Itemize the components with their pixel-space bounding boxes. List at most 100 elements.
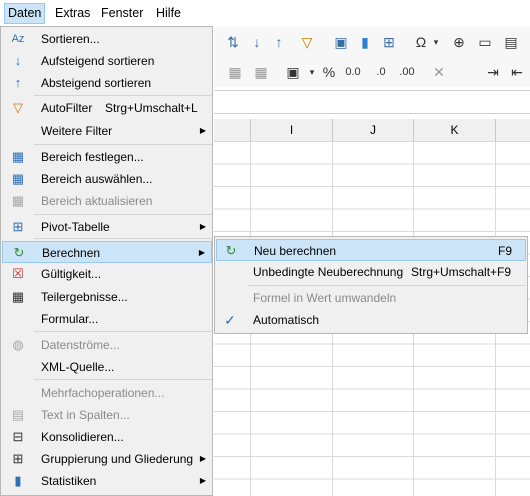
menu-item-bereich-aktualisieren: ▦ Bereich aktualisieren: [2, 190, 212, 212]
menu-item-sortieren[interactable]: Az Sortieren...: [2, 28, 212, 50]
chevron-right-icon: ▶: [199, 126, 206, 135]
insert-pivot-icon[interactable]: ⊞: [380, 33, 398, 51]
autofilter-icon[interactable]: ▽: [298, 33, 316, 51]
header-footer-icon[interactable]: ▤: [502, 33, 520, 51]
menu-bar: Daten Extras Fenster Hilfe: [0, 0, 530, 27]
menu-item-label: Formel in Wert umwandeln: [253, 291, 397, 305]
menu-item-gruppierung[interactable]: ⊞ Gruppierung und Gliederung ▶: [2, 448, 212, 470]
menu-item-formular[interactable]: Formular...: [2, 308, 212, 330]
menu-item-shortcut: Strg+Umschalt+L: [105, 101, 198, 115]
subtotals-icon: ▦: [11, 289, 25, 304]
menu-item-label: Unbedingte Neuberechnung: [253, 265, 404, 279]
checkmark-icon: ✓: [224, 312, 236, 328]
column-header-l[interactable]: [496, 119, 530, 142]
increase-indent-icon[interactable]: ⇥: [484, 63, 502, 81]
menu-hilfe[interactable]: Hilfe: [153, 4, 184, 23]
chevron-down-icon[interactable]: ▾: [427, 33, 445, 51]
menu-fenster[interactable]: Fenster: [98, 4, 146, 23]
menu-item-label: Pivot-Tabelle: [41, 220, 110, 234]
percent-format-icon[interactable]: %: [320, 63, 338, 81]
menu-item-label: Datenströme...: [41, 338, 120, 352]
remove-decimal-icon[interactable]: .00: [398, 63, 416, 81]
menu-item-label: Bereich aktualisieren: [41, 194, 153, 208]
menu-item-absteigend[interactable]: ↑ Absteigend sortieren: [2, 72, 212, 94]
select-range-icon: ▦: [11, 171, 25, 186]
chevron-right-icon: ▶: [199, 454, 206, 463]
menu-item-mehrfachoperationen: Mehrfachoperationen...: [2, 382, 212, 404]
menu-item-autofilter[interactable]: ▽ AutoFilter Strg+Umschalt+L: [2, 97, 212, 119]
formula-input[interactable]: [214, 90, 530, 114]
menu-item-label: Teilergebnisse...: [41, 290, 128, 304]
menu-item-berechnen[interactable]: ↻ Berechnen ▶: [2, 241, 212, 263]
column-header-i[interactable]: I: [251, 119, 333, 142]
datastreams-icon: ◍: [12, 337, 24, 352]
column-header-k[interactable]: K: [414, 119, 496, 142]
menu-item-label: Formular...: [41, 312, 99, 326]
sort-ascending-icon[interactable]: ↓: [248, 33, 266, 51]
daten-menu: Az Sortieren... ↓ Aufsteigend sortieren …: [0, 26, 213, 496]
menu-item-automatisch[interactable]: ✓ Automatisch: [216, 309, 526, 331]
menu-item-label: Sortieren...: [41, 32, 100, 46]
recalculate-icon: ↻: [225, 243, 237, 258]
menu-item-shortcut: Strg+Umschalt+F9: [411, 265, 512, 279]
menu-item-xml-quelle[interactable]: XML-Quelle...: [2, 356, 212, 378]
menu-item-shortcut: F9: [498, 244, 513, 258]
menu-item-konsolidieren[interactable]: ⊟ Konsolidieren...: [2, 426, 212, 448]
decrease-indent-icon[interactable]: ⇤: [508, 63, 526, 81]
calculate-icon: ↻: [13, 245, 25, 260]
hyperlink-icon[interactable]: ⊕: [450, 33, 468, 51]
chevron-right-icon: ▶: [198, 248, 205, 257]
sort-icon[interactable]: ⇅: [224, 33, 242, 51]
menu-separator: [34, 379, 212, 380]
menu-separator: [34, 331, 212, 332]
comment-icon[interactable]: ▭: [476, 33, 494, 51]
menu-separator: [248, 285, 526, 286]
menu-item-formel-in-wert: Formel in Wert umwandeln: [216, 287, 526, 309]
menu-separator: [34, 238, 212, 239]
menu-separator: [34, 214, 212, 215]
menu-item-label: Konsolidieren...: [41, 430, 124, 444]
merge-cells-icon[interactable]: ▦: [226, 63, 244, 81]
menu-item-bereich-festlegen[interactable]: ▦ Bereich festlegen...: [2, 146, 212, 168]
unmerge-cells-icon[interactable]: ▦: [252, 63, 270, 81]
menu-item-weitere-filter[interactable]: Weitere Filter ▶: [2, 120, 212, 142]
menu-item-label: Aufsteigend sortieren: [41, 54, 155, 68]
menu-extras[interactable]: Extras: [52, 4, 93, 23]
add-decimal-icon[interactable]: .0: [372, 63, 390, 81]
menu-item-unbedingte-neuberechnung[interactable]: Unbedingte Neuberechnung Strg+Umschalt+F…: [216, 261, 526, 283]
menu-item-gueltigkeit[interactable]: ☒ Gültigkeit...: [2, 263, 212, 285]
menu-item-teilergebnisse[interactable]: ▦ Teilergebnisse...: [2, 286, 212, 308]
menu-item-aufsteigend[interactable]: ↓ Aufsteigend sortieren: [2, 50, 212, 72]
consolidate-icon: ⊟: [12, 429, 24, 444]
insert-image-icon[interactable]: ▣: [332, 33, 350, 51]
sort-icon: Az: [11, 33, 25, 45]
refresh-range-icon: ▦: [11, 193, 25, 208]
menu-item-label: Weitere Filter: [41, 124, 113, 138]
menu-item-neu-berechnen[interactable]: ↻ Neu berechnen F9: [216, 239, 526, 261]
menu-item-label: Statistiken: [41, 474, 97, 488]
delete-decimal-icon[interactable]: ✕: [430, 63, 448, 81]
define-range-icon: ▦: [11, 149, 25, 164]
menu-item-bereich-auswaehlen[interactable]: ▦ Bereich auswählen...: [2, 168, 212, 190]
formatting-toolbar: ▦ ▦ ▣ ▾ % 0.0 .0 .00 ✕ ⇥ ⇤: [214, 57, 530, 87]
text-to-columns-icon: ▤: [11, 407, 25, 422]
menu-item-statistiken[interactable]: ▮ Statistiken ▶: [2, 470, 212, 492]
menu-item-label: Text in Spalten...: [41, 408, 130, 422]
menu-item-pivot-tabelle[interactable]: ⊞ Pivot-Tabelle ▶: [2, 216, 212, 238]
menu-item-label: Bereich festlegen...: [41, 150, 144, 164]
menu-separator: [34, 144, 212, 145]
number-format-icon[interactable]: 0.0: [344, 63, 362, 81]
sort-descending-icon[interactable]: ↑: [270, 33, 288, 51]
menu-separator: [34, 95, 212, 96]
currency-format-icon[interactable]: ▣: [284, 63, 302, 81]
insert-chart-icon[interactable]: ▮: [356, 33, 374, 51]
column-header-j[interactable]: J: [333, 119, 414, 142]
standard-toolbar: ⇅ ↓ ↑ ▽ ▣ ▮ ⊞ Ω ▾ ⊕ ▭ ▤: [214, 27, 530, 57]
chevron-down-icon[interactable]: ▾: [303, 63, 321, 81]
menu-item-label: Absteigend sortieren: [41, 76, 152, 90]
column-header-h[interactable]: [214, 119, 251, 142]
menu-item-label: Automatisch: [253, 313, 320, 327]
menu-item-label: AutoFilter: [41, 101, 93, 115]
menu-item-label: Neu berechnen: [254, 244, 337, 258]
menu-daten[interactable]: Daten: [4, 3, 46, 24]
